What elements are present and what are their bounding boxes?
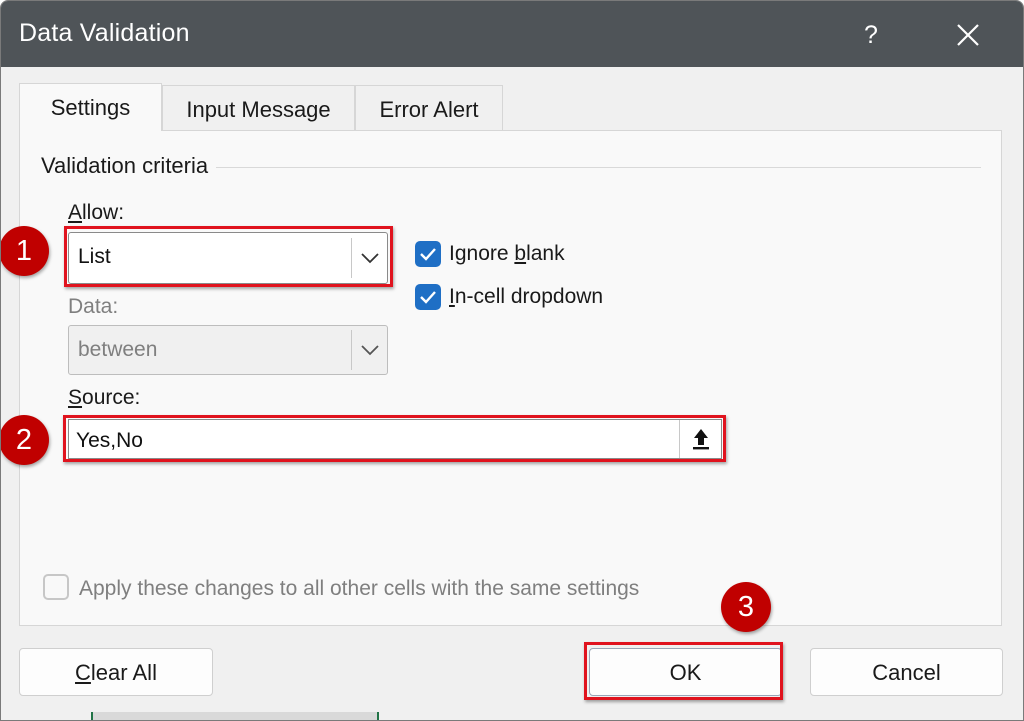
dialog-title: Data Validation (19, 19, 190, 47)
allow-dropdown[interactable]: List (68, 232, 388, 284)
close-icon (957, 24, 979, 46)
chevron-down-icon (361, 253, 379, 264)
close-button[interactable] (946, 13, 990, 57)
checkmark-icon (420, 248, 436, 261)
sheet-background-strip (91, 712, 379, 720)
allow-value: List (78, 245, 111, 268)
tab-settings[interactable]: Settings (19, 83, 162, 131)
data-dropdown: between (68, 325, 388, 375)
tab-input-message[interactable]: Input Message (162, 85, 355, 130)
ignore-blank-label-mnemonic: b (514, 242, 527, 265)
collapse-dialog-button[interactable] (679, 420, 721, 458)
title-bar[interactable]: Data Validation ? (1, 1, 1023, 67)
allow-label-rest: llow: (82, 201, 125, 224)
step-marker-2: 2 (1, 415, 49, 465)
source-input[interactable]: Yes,No (68, 419, 722, 459)
in-cell-dropdown-checkbox[interactable] (415, 284, 441, 310)
data-validation-dialog: Data Validation ? Settings Input Message… (0, 0, 1024, 721)
data-label: Data: (68, 295, 119, 318)
source-label-mnemonic: S (68, 386, 83, 409)
tab-error-alert[interactable]: Error Alert (355, 85, 503, 130)
apply-all-checkbox (43, 574, 69, 600)
chevron-down-icon (361, 345, 379, 356)
apply-all-label: Apply these changes to all other cells w… (79, 577, 640, 600)
ignore-blank-label: Ignore blank (449, 242, 565, 266)
allow-label-mnemonic: A (68, 201, 83, 224)
ok-button[interactable]: OK (589, 648, 782, 696)
clear-all-mnemonic: C (75, 660, 91, 685)
help-button[interactable]: ? (851, 15, 891, 55)
validation-criteria-label: Validation criteria (41, 153, 217, 179)
checkmark-icon (420, 291, 436, 304)
source-label: Source: (68, 386, 140, 410)
ignore-blank-checkbox[interactable] (415, 241, 441, 267)
step-marker-3: 3 (721, 582, 771, 632)
step-marker-1: 1 (1, 226, 49, 276)
data-value: between (78, 338, 158, 361)
data-dropdown-arrow (351, 330, 387, 370)
settings-panel (19, 130, 1002, 626)
source-value: Yes,No (76, 429, 143, 452)
ignore-blank-label-rest: lank (526, 242, 565, 265)
in-cell-dropdown-label-rest: n-cell dropdown (454, 285, 604, 308)
collapse-dialog-icon (693, 429, 709, 450)
clear-all-button[interactable]: Clear All (19, 648, 213, 696)
ignore-blank-label-prefix: Ignore (449, 242, 515, 265)
clear-all-rest: lear All (90, 660, 157, 685)
cancel-button[interactable]: Cancel (810, 648, 1003, 696)
allow-label: Allow: (68, 201, 124, 225)
allow-dropdown-arrow[interactable] (351, 238, 387, 278)
source-label-rest: ource: (82, 386, 141, 409)
in-cell-dropdown-label: In-cell dropdown (449, 285, 603, 309)
